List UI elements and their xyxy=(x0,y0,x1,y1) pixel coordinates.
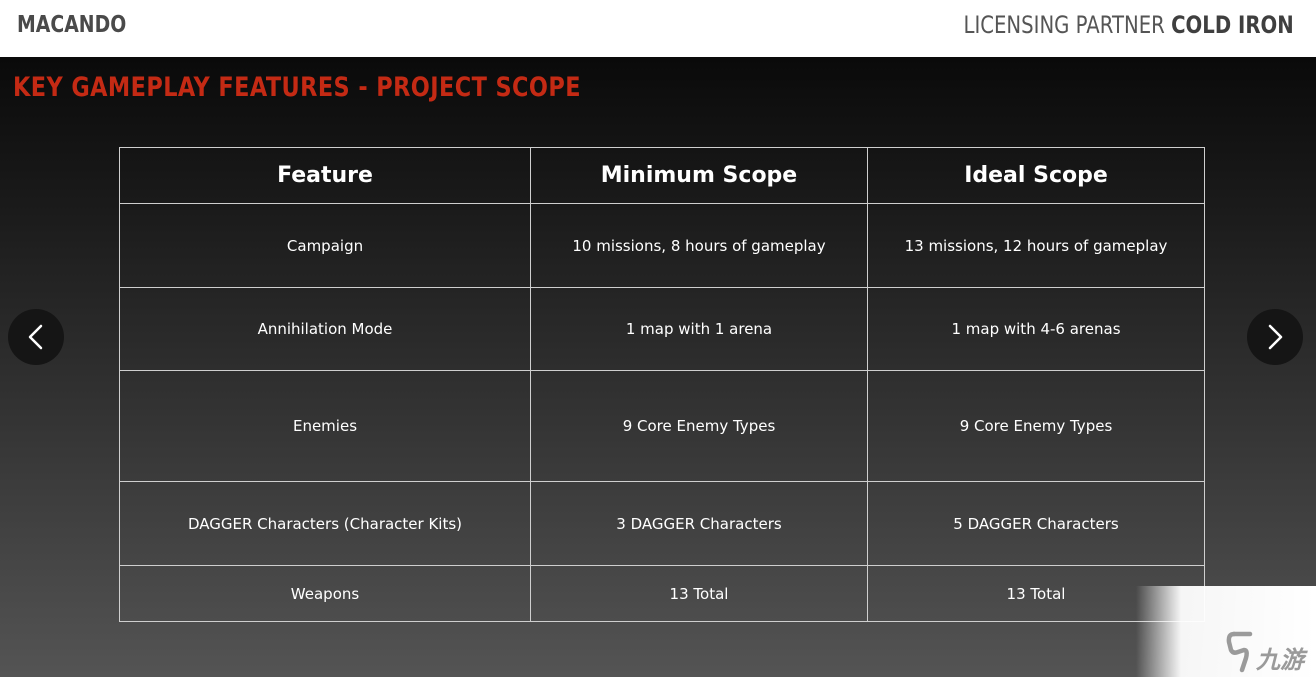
table-row: DAGGER Characters (Character Kits) 3 DAG… xyxy=(119,481,1205,566)
ideal-scope-cell: 9 Core Enemy Types xyxy=(867,370,1205,482)
scope-table: Feature Minimum Scope Ideal Scope Campai… xyxy=(119,147,1205,622)
table-row: Weapons 13 Total 13 Total xyxy=(119,565,1205,622)
feature-cell: Enemies xyxy=(119,370,531,482)
column-header-ideal-scope: Ideal Scope xyxy=(867,147,1205,204)
top-header: MACANDO LICENSING PARTNER COLD IRON xyxy=(0,0,1316,57)
feature-cell: Annihilation Mode xyxy=(119,287,531,371)
minimum-scope-cell: 3 DAGGER Characters xyxy=(530,481,868,566)
watermark-text: 九游 xyxy=(1256,646,1304,674)
table-row: Annihilation Mode 1 map with 1 arena 1 m… xyxy=(119,287,1205,371)
minimum-scope-cell: 10 missions, 8 hours of gameplay xyxy=(530,203,868,288)
watermark-logo: 九游 xyxy=(1226,628,1314,674)
chevron-left-icon xyxy=(28,324,43,350)
feature-cell: Weapons xyxy=(119,565,531,622)
table-row: Enemies 9 Core Enemy Types 9 Core Enemy … xyxy=(119,370,1205,482)
previous-slide-button[interactable] xyxy=(8,309,64,365)
minimum-scope-cell: 1 map with 1 arena xyxy=(530,287,868,371)
feature-cell: Campaign xyxy=(119,203,531,288)
slide-stage: KEY GAMEPLAY FEATURES - PROJECT SCOPE Fe… xyxy=(0,57,1316,677)
column-header-minimum-scope: Minimum Scope xyxy=(530,147,868,204)
brand-logo: MACANDO xyxy=(17,12,127,38)
ideal-scope-cell: 1 map with 4-6 arenas xyxy=(867,287,1205,371)
feature-cell: DAGGER Characters (Character Kits) xyxy=(119,481,531,566)
partner-name: COLD IRON xyxy=(1171,11,1294,39)
ideal-scope-cell: 5 DAGGER Characters xyxy=(867,481,1205,566)
minimum-scope-cell: 9 Core Enemy Types xyxy=(530,370,868,482)
chevron-right-icon xyxy=(1268,324,1283,350)
licensing-partner: LICENSING PARTNER COLD IRON xyxy=(964,11,1294,39)
table-header-row: Feature Minimum Scope Ideal Scope xyxy=(119,147,1205,204)
partner-prefix: LICENSING PARTNER xyxy=(963,11,1166,39)
nine-game-logo-icon xyxy=(1226,631,1253,673)
minimum-scope-cell: 13 Total xyxy=(530,565,868,622)
ideal-scope-cell: 13 missions, 12 hours of gameplay xyxy=(867,203,1205,288)
next-slide-button[interactable] xyxy=(1247,309,1303,365)
table-row: Campaign 10 missions, 8 hours of gamepla… xyxy=(119,203,1205,288)
column-header-feature: Feature xyxy=(119,147,531,204)
slide-title: KEY GAMEPLAY FEATURES - PROJECT SCOPE xyxy=(13,72,581,103)
